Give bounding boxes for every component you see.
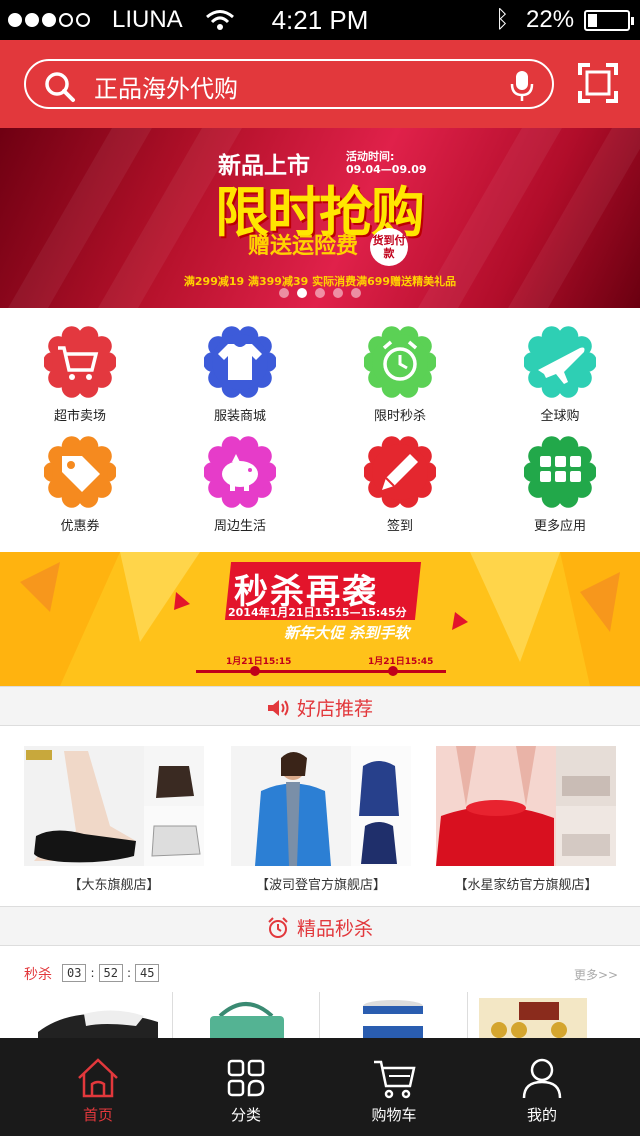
- search-input[interactable]: 正品海外代购: [94, 69, 238, 104]
- product-sneaker[interactable]: [24, 992, 172, 1038]
- flash-timeline: [196, 670, 446, 673]
- shop-image-jackets: [231, 746, 411, 866]
- shop-image-shoes: [24, 746, 204, 866]
- timeline-start-marker: [250, 666, 260, 676]
- banner-badge: 货到付款: [370, 228, 408, 266]
- category-item[interactable]: 服装商城: [160, 308, 320, 424]
- search-bar[interactable]: 正品海外代购: [24, 59, 554, 109]
- shopping-cart-icon: [374, 1060, 416, 1099]
- countdown-separator: :: [90, 966, 95, 980]
- category-label: 签到: [386, 519, 413, 534]
- category-item[interactable]: 全球购: [480, 308, 640, 424]
- shop-name: 【波司登官方旗舰店】: [255, 878, 386, 893]
- product-chocolate[interactable]: [469, 992, 617, 1038]
- pencil-icon: [364, 436, 436, 508]
- tab-mine[interactable]: 我的: [462, 1038, 622, 1136]
- section-header-shops: 好店推荐: [0, 686, 640, 726]
- banner-subtitle: 赠送运险费: [248, 234, 359, 259]
- promo-banner[interactable]: 新品上市 活动时间: 09.04—09.09 限时抢购 赠送运险费 货到付款 满…: [0, 128, 640, 308]
- tab-home[interactable]: 首页: [18, 1038, 178, 1136]
- countdown-separator: :: [126, 966, 131, 980]
- pager-dot[interactable]: [279, 288, 289, 298]
- category-item[interactable]: 限时秒杀: [320, 308, 480, 424]
- category-label: 更多应用: [533, 519, 586, 534]
- category-label: 优惠券: [60, 519, 100, 534]
- tab-label: 购物车: [371, 1106, 417, 1124]
- piggy-bank-icon: [204, 436, 276, 508]
- category-grid: 超市卖场 服装商城 限时秒杀 全球购优惠券 周边生活 签到 更多应用: [0, 308, 640, 552]
- tab-label: 分类: [230, 1106, 261, 1124]
- section-title: 好店推荐: [296, 698, 373, 720]
- tab-label: 我的: [526, 1106, 557, 1124]
- tab-category[interactable]: 分类: [166, 1038, 326, 1136]
- banner-pager[interactable]: [279, 288, 361, 298]
- status-bar: LIUNA 4:21 PM ᛒ 22%: [0, 0, 640, 40]
- countdown-seconds: 45: [135, 964, 160, 982]
- flash-start-label: 1月21日15:15: [226, 657, 292, 667]
- category-label: 周边生活: [213, 519, 266, 534]
- tab-label: 首页: [82, 1106, 113, 1124]
- header: 正品海外代购: [0, 40, 640, 128]
- category-item[interactable]: 优惠券: [0, 418, 160, 534]
- flash-slogan: 新年大促 杀到手软: [284, 624, 410, 642]
- tab-bar: 首页 分类 购物车 我的: [0, 1038, 640, 1136]
- flash-sale-banner[interactable]: 秒杀再袭 2014年1月21日15:15—15:45分 新年大促 杀到手软 1月…: [0, 552, 640, 686]
- section-title: 精品秒杀: [296, 918, 373, 940]
- pager-dot[interactable]: [315, 288, 325, 298]
- shop-list: 【大东旗舰店】 【波司登官方旗舰店】 【水星家纺官方旗舰店】: [0, 726, 640, 907]
- home-icon: [78, 1058, 118, 1098]
- scan-icon[interactable]: [578, 63, 618, 103]
- bluetooth-icon: ᛒ: [495, 6, 510, 33]
- flash-goods-label: 秒杀: [24, 967, 52, 983]
- section-header-flash: 精品秒杀: [0, 906, 640, 946]
- battery-icon: [584, 10, 634, 31]
- microphone-icon[interactable]: [510, 70, 534, 102]
- speaker-icon: [267, 699, 289, 716]
- alarm-clock-icon: [268, 916, 288, 938]
- alarm-clock-icon: [364, 326, 436, 398]
- timeline-end-marker: [388, 666, 398, 676]
- product-handbag[interactable]: [174, 992, 322, 1038]
- shop-image-bedding: [436, 746, 616, 866]
- countdown-timer: 03 : 52 : 45: [62, 964, 160, 982]
- shop-name: 【水星家纺官方旗舰店】: [454, 878, 598, 893]
- countdown-minutes: 52: [98, 964, 123, 982]
- user-icon: [522, 1058, 562, 1099]
- category-item[interactable]: 周边生活: [160, 418, 320, 534]
- category-item[interactable]: 签到: [320, 418, 480, 534]
- shop-name: 【大东旗舰店】: [68, 878, 160, 893]
- pager-dot[interactable]: [333, 288, 343, 298]
- search-icon: [45, 72, 75, 102]
- cart-icon: [44, 326, 116, 398]
- category-item[interactable]: 超市卖场: [0, 308, 160, 424]
- flash-end-label: 1月21日15:45: [368, 657, 434, 667]
- battery-percentage: 22%: [526, 6, 575, 33]
- more-link[interactable]: 更多>>: [574, 966, 618, 983]
- shop-card[interactable]: 【大东旗舰店】: [24, 746, 204, 896]
- shop-card[interactable]: 【波司登官方旗舰店】: [231, 746, 411, 896]
- countdown-hours: 03: [62, 964, 87, 982]
- product-milk-powder[interactable]: [321, 992, 469, 1038]
- pager-dot[interactable]: [351, 288, 361, 298]
- shop-card[interactable]: 【水星家纺官方旗舰店】: [436, 746, 616, 896]
- airplane-icon: [524, 326, 596, 398]
- tag-icon: [44, 436, 116, 508]
- flash-goods: 秒杀 03 : 52 : 45 更多>>: [0, 946, 640, 1038]
- apps-grid-icon: [524, 436, 596, 508]
- shirt-icon: [204, 326, 276, 398]
- banner-promo-line: 满299减19 满399减39 实际消费满699赠送精美礼品: [183, 275, 457, 288]
- category-item[interactable]: 更多应用: [480, 418, 640, 534]
- tab-cart[interactable]: 购物车: [314, 1038, 474, 1136]
- category-icon: [227, 1059, 265, 1097]
- pager-dot[interactable]: [297, 288, 307, 298]
- flash-time-range: 2014年1月21日15:15—15:45分: [228, 606, 407, 619]
